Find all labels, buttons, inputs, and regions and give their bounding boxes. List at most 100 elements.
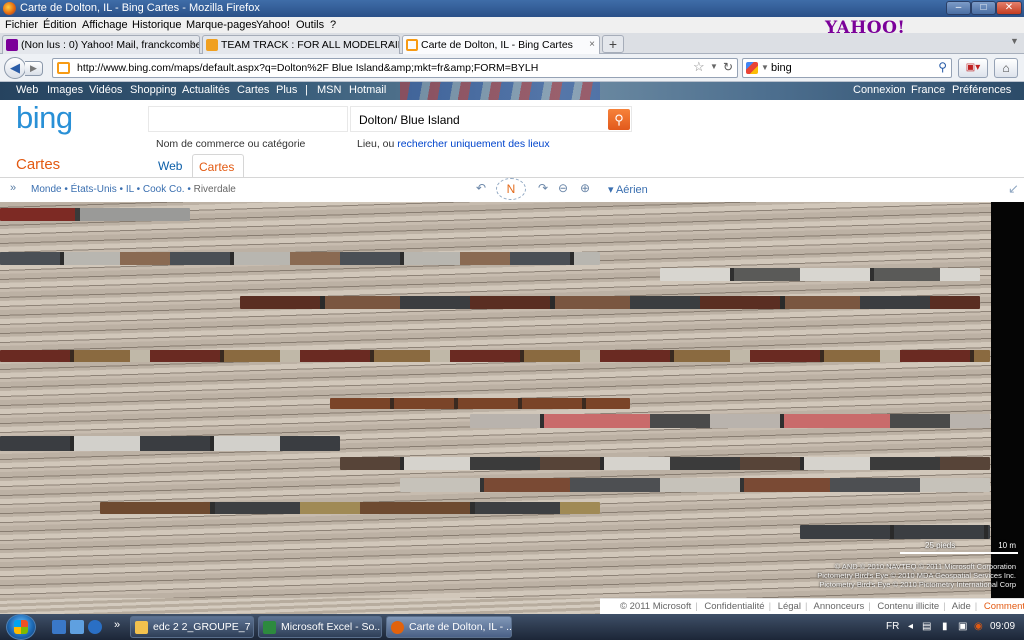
- where-search-value[interactable]: Dolton/ Blue Island: [359, 113, 460, 127]
- signal-icon[interactable]: ▮: [942, 621, 948, 632]
- what-search-input[interactable]: [148, 106, 348, 132]
- close-button[interactable]: ✕: [996, 1, 1022, 15]
- bing-connexion-link[interactable]: Connexion: [853, 84, 906, 96]
- what-hint-label: Nom de commerce ou catégorie: [156, 138, 306, 150]
- footer-commentaires-link[interactable]: Commentaires: [984, 601, 1024, 612]
- expand-panel-icon[interactable]: »: [10, 182, 16, 194]
- firefox-icon: [3, 2, 16, 15]
- tab-close-icon[interactable]: ×: [589, 39, 595, 50]
- breadcrumb-il[interactable]: IL: [126, 184, 134, 195]
- bing-nav-msn[interactable]: MSN: [317, 84, 341, 96]
- footer-contenu-illicite-link[interactable]: Contenu illicite: [877, 601, 939, 612]
- map-attribution: © AND © 2010 NAVTEQ © 2011 Microsoft Cor…: [770, 562, 1016, 589]
- aerial-view-dropdown[interactable]: ▾ Aérien: [608, 183, 648, 196]
- places-only-link[interactable]: rechercher uniquement des lieux: [397, 138, 549, 150]
- menu-yahoo[interactable]: Yahoo!: [256, 19, 290, 31]
- addon-toolbar-icon[interactable]: ▣▾: [958, 58, 988, 78]
- search-icon[interactable]: ⚲: [938, 60, 947, 74]
- tab-yahoo-mail[interactable]: (Non lus : 0) Yahoo! Mail, franckcombe ×: [2, 35, 200, 54]
- footer-aide-link[interactable]: Aide: [952, 601, 971, 612]
- task-excel[interactable]: Microsoft Excel - So...: [258, 616, 382, 638]
- breadcrumb-cook-co[interactable]: Cook Co.: [143, 184, 185, 195]
- task-firefox[interactable]: Carte de Dolton, IL - ...: [386, 616, 512, 638]
- search-bar[interactable]: ▼ bing ⚲: [742, 58, 952, 78]
- zoom-in-icon[interactable]: ⊕: [580, 181, 590, 195]
- bing-nav-shopping[interactable]: Shopping: [130, 84, 177, 96]
- footer-annonceurs-link[interactable]: Annonceurs: [814, 601, 865, 612]
- bing-nav-plus[interactable]: Plus: [276, 84, 297, 96]
- attribution-line: © AND © 2010 NAVTEQ © 2011 Microsoft Cor…: [834, 562, 1016, 571]
- tray-expand-icon[interactable]: ◂: [908, 621, 913, 632]
- tab-web[interactable]: Web: [158, 159, 182, 173]
- tab-list-chevron-icon[interactable]: ▼: [1010, 36, 1019, 46]
- engine-dropdown-icon[interactable]: ▼: [761, 63, 769, 72]
- bing-nav-hotmail[interactable]: Hotmail: [349, 84, 386, 96]
- language-indicator[interactable]: FR: [886, 621, 899, 632]
- menu-help[interactable]: ?: [330, 19, 336, 31]
- freight-train: [100, 502, 600, 514]
- tab-bing-cartes[interactable]: Carte de Dolton, IL - Bing Cartes ×: [402, 35, 600, 55]
- network-icon[interactable]: ▤: [922, 621, 931, 632]
- aerial-map-view[interactable]: [0, 202, 991, 598]
- bing-preferences-link[interactable]: Préférences: [952, 84, 1011, 96]
- explorer-icon[interactable]: [70, 620, 84, 634]
- menu-edition[interactable]: Édition: [43, 19, 77, 31]
- where-search-input[interactable]: Dolton/ Blue Island: [350, 106, 632, 132]
- show-desktop-icon[interactable]: [52, 620, 66, 634]
- bing-country-link[interactable]: France: [911, 84, 945, 96]
- maximize-button[interactable]: □: [971, 1, 996, 15]
- task-label: edc 2 2_GROUPE_7: [153, 621, 251, 633]
- quicklaunch-overflow-icon[interactable]: »: [114, 619, 120, 631]
- url-dropdown-icon[interactable]: ▼: [710, 62, 718, 71]
- task-label: Microsoft Excel - So...: [281, 621, 382, 633]
- tab-cartes[interactable]: Cartes: [192, 154, 244, 178]
- menu-marque-pages[interactable]: Marque-pages: [186, 19, 257, 31]
- zoom-out-icon[interactable]: ⊖: [558, 181, 568, 195]
- footer-legal-link[interactable]: Légal: [778, 601, 801, 612]
- home-icon[interactable]: ⌂: [994, 58, 1018, 78]
- menu-outils[interactable]: Outils: [296, 19, 324, 31]
- bing-logo[interactable]: bing: [16, 100, 73, 136]
- search-go-button[interactable]: ⚲: [608, 109, 630, 130]
- freight-train: [470, 414, 990, 428]
- footer-confidentialite-link[interactable]: Confidentialité: [704, 601, 764, 612]
- search-input[interactable]: bing: [771, 62, 792, 74]
- back-arrow-icon[interactable]: ◀: [4, 57, 26, 79]
- tab-close-icon[interactable]: ×: [189, 39, 195, 50]
- scale-bar: [900, 552, 1018, 554]
- compass-icon[interactable]: N: [496, 178, 526, 200]
- menu-affichage[interactable]: Affichage: [82, 19, 128, 31]
- internet-explorer-icon[interactable]: [88, 620, 102, 634]
- rotate-right-icon[interactable]: ↷: [538, 181, 548, 195]
- monitor-icon[interactable]: ▣: [958, 621, 967, 632]
- navigation-bar: ◀ ▶ http://www.bing.com/maps/default.asp…: [0, 54, 1024, 82]
- volume-icon[interactable]: ◉: [974, 621, 983, 632]
- forward-arrow-icon[interactable]: ▶: [25, 61, 43, 76]
- collapse-map-icon[interactable]: ↙: [1008, 181, 1019, 197]
- breadcrumb-monde[interactable]: Monde: [31, 184, 62, 195]
- tab-close-icon[interactable]: ×: [389, 39, 395, 50]
- bing-icon: [57, 62, 70, 74]
- tab-team-track[interactable]: TEAM TRACK : FOR ALL MODELRAIL... ×: [202, 35, 400, 54]
- bing-nav-cartes[interactable]: Cartes: [237, 84, 269, 96]
- url-bar[interactable]: http://www.bing.com/maps/default.aspx?q=…: [52, 58, 738, 78]
- breadcrumb-etats-unis[interactable]: États-Unis: [71, 184, 117, 195]
- new-tab-button[interactable]: +: [602, 35, 624, 53]
- bing-nav-images[interactable]: Images: [47, 84, 83, 96]
- menu-historique[interactable]: Historique: [132, 19, 182, 31]
- bookmark-star-icon[interactable]: ☆: [693, 59, 705, 75]
- menu-fichier[interactable]: Fichier: [5, 19, 38, 31]
- footer-links: © 2011 Microsoft | Confidentialité | Légal…: [620, 601, 1024, 612]
- google-engine-icon[interactable]: [746, 62, 758, 74]
- bing-nav-actualites[interactable]: Actualités: [182, 84, 230, 96]
- url-text[interactable]: http://www.bing.com/maps/default.aspx?q=…: [77, 62, 538, 74]
- reload-icon[interactable]: ↻: [723, 60, 733, 74]
- minimize-button[interactable]: –: [946, 1, 971, 15]
- task-folder[interactable]: edc 2 2_GROUPE_7: [130, 616, 254, 638]
- bing-nav-videos[interactable]: Vidéos: [89, 84, 122, 96]
- system-tray: FR ◂ ▤ ▮ ▣ ◉ 09:09: [880, 614, 1024, 640]
- bing-nav-web[interactable]: Web: [16, 84, 38, 96]
- rotate-left-icon[interactable]: ↶: [476, 181, 486, 195]
- tab-label: TEAM TRACK : FOR ALL MODELRAIL...: [221, 39, 400, 51]
- clock[interactable]: 09:09: [990, 621, 1015, 632]
